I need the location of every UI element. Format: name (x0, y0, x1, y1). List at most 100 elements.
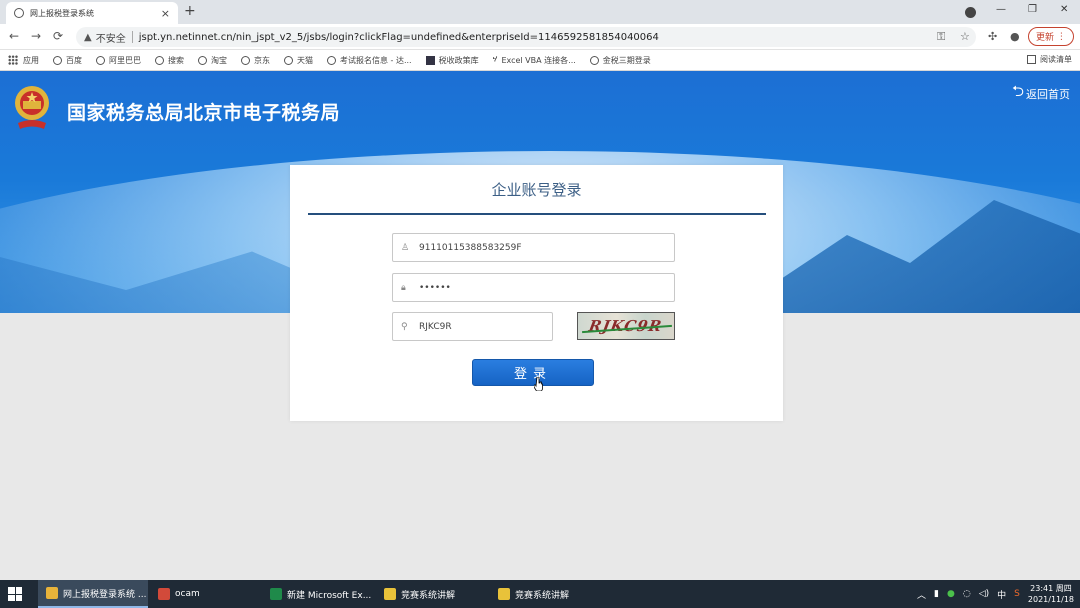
clock-date: 2021/11/18 (1027, 595, 1074, 604)
volume-icon[interactable]: ◁) (979, 589, 989, 599)
globe-icon (241, 55, 250, 65)
browser-tab-strip: 网上报税登录系统 × + — ❐ ✕ (0, 0, 1080, 24)
username-value: 91110115388583259F (419, 242, 522, 253)
lock-icon: 🔒︎ (401, 282, 406, 293)
taskbar-item[interactable]: 竞赛系统讲解 (490, 580, 598, 608)
minimize-icon[interactable]: — (996, 4, 1006, 15)
extensions-icon[interactable]: ✣ (988, 30, 997, 43)
divider (131, 31, 133, 43)
user-icon: ♙ (401, 242, 410, 253)
taskbar-item[interactable]: 网上报税登录系统 ... (38, 580, 148, 608)
update-button[interactable]: 更新 ⋮ (1028, 27, 1074, 46)
bookmark-item[interactable]: 阿里巴巴 (96, 55, 141, 66)
wechat-icon[interactable]: ● (947, 589, 955, 599)
windows-taskbar: ︿ ▮ ● ◌ ◁) 中 S 23:41 周四 2021/11/18 网上报税登… (0, 580, 1080, 608)
taskbar-item[interactable]: 新建 Microsoft Ex... (262, 580, 372, 608)
captcha-image[interactable]: RJKC9R (577, 312, 675, 340)
address-bar[interactable]: ▲ 不安全 jspt.yn.netinnet.cn/nin_jspt_v2_5/… (76, 27, 976, 47)
doc-icon (425, 55, 435, 65)
bookmark-label: 考试报名信息 - 达... (340, 55, 412, 65)
bookmark-item[interactable]: 搜索 (155, 55, 184, 66)
bookmark-item[interactable]: 金税三期登录 (589, 55, 651, 66)
window-close-icon[interactable]: ✕ (1060, 4, 1068, 15)
search-icon: ⚲ (401, 321, 408, 332)
app-icon (46, 587, 58, 599)
bookmark-item[interactable]: 淘宝 (198, 55, 227, 66)
tax-emblem-icon (15, 86, 49, 129)
globe-icon (14, 8, 24, 18)
tab-close-icon[interactable]: × (161, 7, 170, 20)
vba-icon: ሃ (492, 55, 498, 65)
taskbar-item[interactable]: 竞赛系统讲解 (376, 580, 484, 608)
reload-icon[interactable]: ⟳ (53, 29, 63, 43)
captcha-input[interactable]: ⚲ RJKC9R (392, 312, 553, 341)
apps-grid-icon (8, 55, 18, 65)
taskbar-item-label: ocam (175, 589, 200, 599)
back-home-label: 返回首页 (1026, 87, 1070, 101)
ime-indicator[interactable]: 中 (997, 588, 1006, 601)
bookmark-label: 百度 (66, 55, 82, 65)
globe-icon (589, 55, 599, 65)
captcha-value: RJKC9R (419, 321, 452, 332)
bookmark-label: 天猫 (297, 55, 313, 65)
chevron-up-icon[interactable]: ︿ (917, 588, 926, 601)
app-icon (498, 588, 510, 600)
new-tab-icon[interactable]: + (184, 3, 196, 19)
globe-icon (53, 55, 62, 65)
tab-title: 网上报税登录系统 (30, 8, 94, 18)
bookmark-label: 搜索 (168, 55, 184, 65)
insecure-label[interactable]: 不安全 (96, 30, 126, 45)
windows-start-icon[interactable] (8, 587, 22, 601)
bookmark-label: 淘宝 (211, 55, 227, 65)
login-title: 企业账号登录 (491, 181, 582, 199)
bookmark-item[interactable]: 百度 (53, 55, 82, 66)
app-icon (158, 588, 170, 600)
password-input[interactable]: 🔒︎ •••••• (392, 273, 675, 302)
login-button[interactable]: 登录 (472, 359, 594, 386)
globe-icon (96, 55, 105, 65)
tab-search-icon[interactable] (965, 7, 976, 18)
taskbar-item[interactable]: ocam (150, 580, 258, 608)
bookmark-label: 税收政策库 (438, 55, 479, 65)
reading-list-label: 阅读清单 (1040, 55, 1072, 64)
bookmark-label: 应用 (23, 55, 39, 65)
globe-icon (284, 55, 293, 65)
update-label: 更新 (1036, 33, 1055, 43)
taskbar-item-label: 网上报税登录系统 ... (63, 589, 147, 600)
taskbar-item-label: 竞赛系统讲解 (515, 590, 570, 601)
reading-list-icon (1027, 55, 1036, 64)
maximize-icon[interactable]: ❐ (1028, 4, 1037, 15)
app-icon (270, 588, 282, 600)
username-input[interactable]: ♙ 91110115388583259F (392, 233, 675, 262)
bookmarks-bar: 应用 百度 阿里巴巴 搜索 淘宝 京东 天猫 考试报名信息 - 达... 税收政策库 ሃ Excel… (0, 50, 1080, 71)
bookmark-item[interactable]: 天猫 (284, 55, 313, 66)
bookmark-item[interactable]: 应用 (8, 55, 39, 66)
forward-icon[interactable]: → (31, 29, 41, 43)
title-divider (308, 213, 766, 215)
system-tray: ︿ ▮ ● ◌ ◁) 中 S 23:41 周四 2021/11/18 (917, 580, 1080, 608)
profile-icon[interactable]: ● (1010, 30, 1020, 43)
back-icon[interactable]: ← (9, 29, 19, 43)
bookmark-item[interactable]: ሃ Excel VBA 连接各... (493, 55, 576, 66)
star-icon[interactable]: ☆ (960, 30, 970, 43)
sogou-ime-icon[interactable]: S (1014, 589, 1020, 599)
clock-time: 23:41 周四 (1030, 584, 1072, 593)
globe-icon (327, 55, 336, 65)
url-text[interactable]: jspt.yn.netinnet.cn/nin_jspt_v2_5/jsbs/l… (139, 32, 659, 43)
clock[interactable]: 23:41 周四 2021/11/18 (1028, 583, 1074, 605)
bookmark-label: Excel VBA 连接各... (501, 55, 576, 65)
taskbar-item-label: 新建 Microsoft Ex... (287, 590, 372, 601)
back-arrow-icon: ⮌ (1011, 82, 1024, 100)
bookmark-label: 阿里巴巴 (109, 55, 141, 65)
bookmark-item[interactable]: 税收政策库 (425, 55, 479, 66)
password-value: •••••• (419, 282, 451, 293)
usb-icon[interactable]: ▮ (934, 589, 939, 599)
hand-cursor-icon (534, 377, 543, 391)
bookmark-item[interactable]: 考试报名信息 - 达... (327, 55, 412, 66)
key-icon[interactable]: ⚿ (937, 30, 945, 44)
reading-list-button[interactable]: 阅读清单 (1027, 54, 1072, 65)
back-home-link[interactable]: ⮌ 返回首页 (1012, 81, 1070, 106)
bookmark-item[interactable]: 京东 (241, 55, 270, 66)
network-icon[interactable]: ◌ (963, 589, 971, 599)
browser-tab[interactable]: 网上报税登录系统 × (6, 2, 178, 24)
